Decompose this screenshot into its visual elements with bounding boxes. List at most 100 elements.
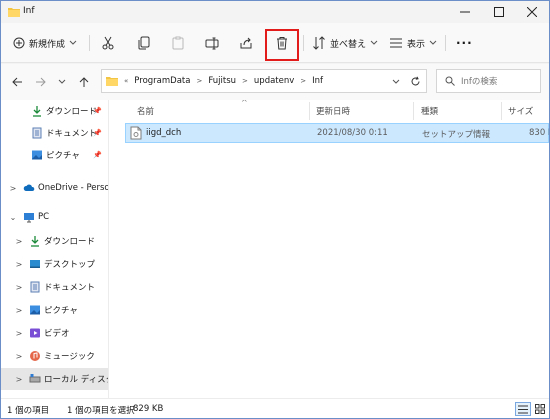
sort-icon — [313, 36, 325, 50]
file-row[interactable]: iigd_dch 2021/08/30 0:11 セットアップ情報 830 K — [125, 123, 549, 143]
file-list: 名前 ^ 更新日時 種類 サイズ iigd_dch 2021/08/30 0:1… — [117, 100, 549, 398]
column-divider[interactable] — [413, 102, 414, 120]
forward-button[interactable] — [31, 73, 49, 91]
clipboard-icon — [172, 36, 184, 50]
nav-pc-downloads[interactable]: > ダウンロード — [1, 230, 108, 252]
nav-pc[interactable]: ⌄ PC — [1, 206, 108, 228]
paste-button[interactable] — [171, 31, 185, 55]
search-placeholder: Infの検索 — [461, 77, 498, 87]
nav-pc-local-disk[interactable]: > ローカル ディスク ( — [1, 368, 108, 390]
back-button[interactable] — [8, 73, 26, 91]
recent-locations-button[interactable] — [53, 73, 71, 91]
nav-label: ドキュメント — [46, 129, 98, 139]
nav-pc-music[interactable]: > ミュージック — [1, 345, 108, 367]
sort-button-label: 並べ替え — [330, 39, 367, 50]
arrow-left-icon — [11, 77, 22, 87]
tiles-view-button[interactable] — [532, 402, 548, 416]
chevron-right-icon[interactable]: > — [15, 329, 23, 338]
delete-highlight-box — [265, 29, 299, 61]
breadcrumb-programdata[interactable]: ProgramData — [134, 76, 190, 86]
up-button[interactable] — [75, 73, 93, 91]
copy-button[interactable] — [137, 31, 151, 55]
column-divider[interactable] — [501, 102, 502, 120]
column-header-type[interactable]: 種類 — [421, 100, 438, 122]
view-button[interactable]: 表示 — [389, 31, 437, 55]
refresh-icon[interactable] — [410, 76, 421, 87]
music-icon — [30, 351, 40, 361]
more-button[interactable]: ··· — [456, 31, 473, 55]
file-date: 2021/08/30 0:11 — [317, 128, 388, 138]
arrow-up-icon — [79, 76, 89, 87]
nav-pc-documents[interactable]: > ドキュメント — [1, 276, 108, 298]
column-header-size[interactable]: サイズ — [508, 100, 533, 122]
nav-label: デスクトップ — [44, 260, 96, 270]
main-area: ダウンロード 📌 ドキュメント 📌 ピクチャ 📌 > OneDrive - Pe… — [1, 100, 549, 398]
breadcrumb-updatenv[interactable]: updatenv — [254, 76, 294, 86]
explorer-window: Inf 新規作成 並べ替え 表示 ··· « ProgramData > Fuj… — [0, 0, 550, 419]
nav-pc-pictures[interactable]: > ピクチャ — [1, 299, 108, 321]
column-header-date[interactable]: 更新日時 — [316, 100, 350, 122]
folder-icon — [106, 77, 118, 86]
nav-pc-desktop[interactable]: > デスクトップ — [1, 253, 108, 275]
share-button[interactable] — [239, 31, 253, 55]
navigation-pane: ダウンロード 📌 ドキュメント 📌 ピクチャ 📌 > OneDrive - Pe… — [1, 100, 109, 398]
tiles-view-icon — [535, 404, 545, 414]
monitor-icon — [24, 213, 34, 223]
close-icon — [527, 7, 537, 17]
maximize-icon — [494, 7, 504, 17]
pin-icon[interactable]: 📌 — [93, 107, 102, 115]
document-icon — [30, 281, 40, 293]
chevron-right-icon[interactable]: > — [15, 237, 23, 246]
close-button[interactable] — [515, 1, 549, 23]
chevron-right-icon[interactable]: > — [9, 184, 17, 193]
cloud-icon — [23, 184, 35, 191]
breadcrumb-fujitsu[interactable]: Fujitsu — [208, 76, 236, 86]
rename-icon — [205, 37, 219, 50]
chevron-right-icon[interactable]: > — [15, 352, 23, 361]
nav-quick-documents[interactable]: ドキュメント 📌 — [1, 122, 108, 144]
chevron-right-icon[interactable]: > — [15, 283, 23, 292]
desktop-icon — [30, 260, 40, 268]
chevron-right-icon[interactable]: > — [15, 260, 23, 269]
breadcrumb-overflow[interactable]: « — [124, 77, 128, 85]
chevron-down-icon — [392, 79, 400, 84]
nav-onedrive[interactable]: > OneDrive - Perso — [1, 177, 108, 199]
nav-label: PC — [38, 212, 50, 222]
nav-label: ドキュメント — [44, 283, 96, 293]
details-view-button[interactable] — [515, 402, 531, 416]
file-name: iigd_dch — [146, 128, 182, 138]
chevron-right-icon: > — [300, 77, 307, 85]
column-header-name[interactable]: 名前 ^ — [137, 100, 248, 122]
column-name-label: 名前 — [137, 107, 155, 117]
maximize-button[interactable] — [482, 1, 516, 23]
status-item-count: 1 個の項目 — [7, 406, 50, 416]
nav-label: ローカル ディスク ( — [44, 375, 108, 385]
cut-button[interactable] — [101, 31, 115, 55]
toolbar-divider — [303, 35, 304, 51]
search-input[interactable]: Infの検索 — [436, 69, 541, 93]
nav-pc-videos[interactable]: > ビデオ — [1, 322, 108, 344]
view-list-icon — [390, 38, 402, 48]
file-size: 830 K — [529, 128, 549, 138]
nav-label: ミュージック — [44, 352, 95, 362]
breadcrumb-inf[interactable]: Inf — [312, 76, 323, 86]
nav-label: ダウンロード — [44, 237, 96, 247]
column-divider[interactable] — [309, 102, 310, 120]
pin-icon[interactable]: 📌 — [93, 151, 102, 159]
new-button[interactable]: 新規作成 — [13, 31, 77, 55]
command-bar: 新規作成 並べ替え 表示 ··· — [1, 23, 549, 63]
chevron-down-icon[interactable]: ⌄ — [9, 213, 17, 222]
nav-quick-pictures[interactable]: ピクチャ 📌 — [1, 144, 108, 166]
sort-button[interactable]: 並べ替え — [312, 31, 378, 55]
nav-quick-downloads[interactable]: ダウンロード 📌 — [1, 100, 108, 122]
minimize-button[interactable] — [448, 1, 482, 23]
address-bar[interactable]: « ProgramData > Fujitsu > updatenv > Inf — [101, 69, 427, 93]
chevron-down-icon — [429, 40, 437, 45]
nav-label: ピクチャ — [44, 306, 78, 316]
address-row: « ProgramData > Fujitsu > updatenv > Inf… — [1, 64, 549, 100]
chevron-right-icon[interactable]: > — [15, 375, 23, 384]
chevron-right-icon[interactable]: > — [15, 306, 23, 315]
chevron-right-icon: > — [196, 77, 203, 85]
pin-icon[interactable]: 📌 — [93, 129, 102, 137]
rename-button[interactable] — [205, 31, 219, 55]
